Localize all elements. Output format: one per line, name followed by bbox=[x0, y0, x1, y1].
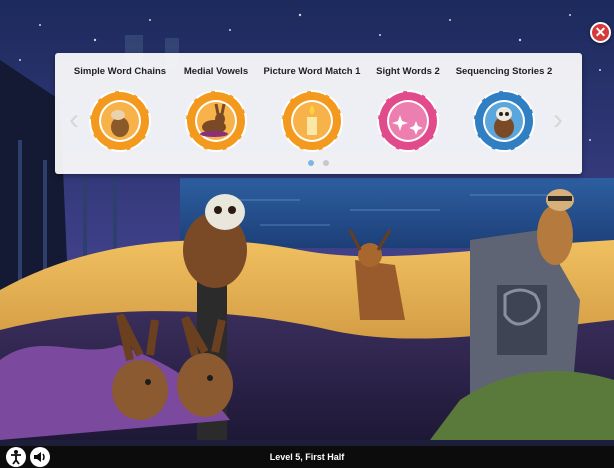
game-screen: ‹ Simple Word Chains Medial Vowels Pictu… bbox=[0, 0, 614, 468]
bottom-toolbar: Level 5, First Half bbox=[0, 446, 614, 468]
page-dot-1[interactable] bbox=[308, 160, 315, 166]
otter-icon[interactable] bbox=[88, 89, 152, 153]
activity-sight-words-2[interactable]: Sight Words 2 bbox=[356, 65, 460, 153]
activity-title: Sight Words 2 bbox=[376, 66, 440, 77]
activity-title: Picture Word Match 1 bbox=[263, 66, 361, 77]
next-page-arrow-icon[interactable]: › bbox=[548, 105, 568, 135]
candle-icon[interactable] bbox=[280, 89, 344, 153]
page-dot-2[interactable] bbox=[322, 160, 329, 166]
activity-sequencing-stories-2[interactable]: Sequencing Stories 2 bbox=[452, 65, 556, 153]
activity-title: Simple Word Chains bbox=[73, 66, 167, 77]
activity-medial-vowels[interactable]: Medial Vowels bbox=[164, 65, 268, 153]
activity-picture-word-match-1[interactable]: Picture Word Match 1 bbox=[260, 65, 364, 153]
activity-simple-word-chains[interactable]: Simple Word Chains bbox=[68, 65, 172, 153]
close-icon[interactable]: ✕ bbox=[590, 22, 611, 43]
activity-menu: ‹ Simple Word Chains Medial Vowels Pictu… bbox=[55, 53, 582, 174]
page-indicator bbox=[55, 153, 582, 171]
level-indicator: Level 5, First Half bbox=[269, 452, 345, 462]
hare-icon[interactable] bbox=[184, 89, 248, 153]
stars-icon[interactable] bbox=[376, 89, 440, 153]
activity-title: Sequencing Stories 2 bbox=[455, 66, 553, 77]
activity-title: Medial Vowels bbox=[183, 66, 249, 77]
owl-icon[interactable] bbox=[472, 89, 536, 153]
